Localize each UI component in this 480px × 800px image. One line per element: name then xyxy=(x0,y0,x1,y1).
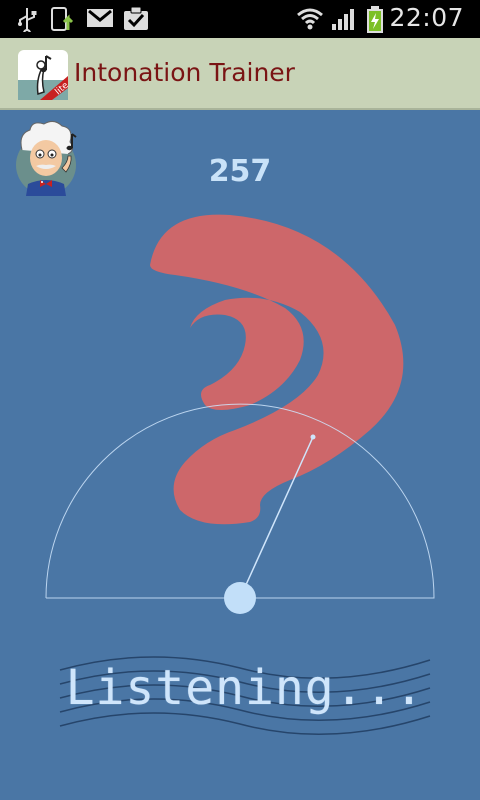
status-bar: 22:07 xyxy=(0,0,480,38)
action-bar: lite Intonation Trainer xyxy=(0,38,480,110)
listening-status-text: Listening... xyxy=(65,660,425,716)
signal-icon xyxy=(332,9,354,30)
upload-icon xyxy=(51,7,74,31)
frequency-readout: 257 xyxy=(208,154,272,189)
needle-pivot xyxy=(224,582,256,614)
status-bar-time: 22:07 xyxy=(389,3,464,32)
main-content: 257 Listening... xyxy=(0,110,480,800)
task-done-icon xyxy=(124,6,148,30)
app-title: Intonation Trainer xyxy=(74,58,295,87)
needle-tip xyxy=(310,434,316,440)
usb-icon xyxy=(18,8,37,32)
listening-banner: Listening... xyxy=(50,640,440,750)
gmail-icon xyxy=(87,9,113,27)
app-logo-icon[interactable]: lite xyxy=(18,50,68,100)
wifi-icon xyxy=(297,8,323,30)
battery-charging-icon xyxy=(367,6,383,33)
pitch-gauge xyxy=(45,214,435,614)
question-mark-indicator xyxy=(150,214,404,525)
